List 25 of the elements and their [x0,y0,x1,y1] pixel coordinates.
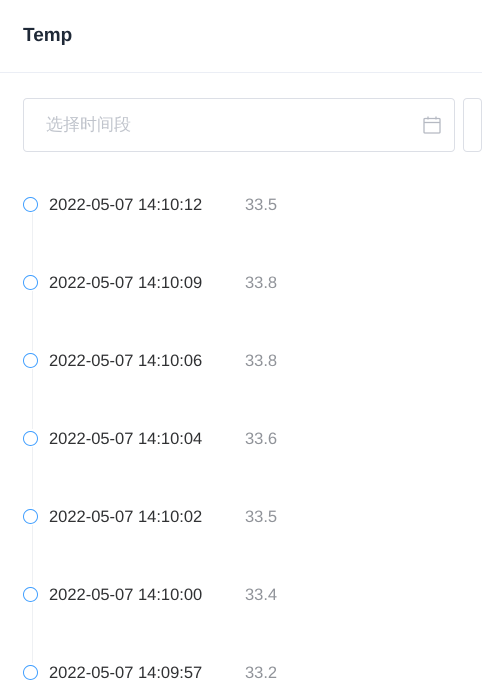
input-field[interactable] [462,98,482,152]
temperature-value: 33.5 [245,507,278,527]
timeline-dot [23,665,38,680]
timestamp: 2022-05-07 14:10:04 [49,429,204,449]
temperature-value: 33.4 [245,585,278,605]
timeline-dot [23,587,38,602]
timeline-dot [23,509,38,524]
temperature-value: 33.8 [245,351,278,371]
page-title: Temp [23,25,72,47]
timestamp: 2022-05-07 14:10:00 [49,585,204,605]
timestamp: 2022-05-07 14:10:09 [49,273,204,293]
temperature-value: 33.8 [245,273,278,293]
timeline-dot [23,353,38,368]
timeline-dot [23,275,38,290]
timeline-dot [23,197,38,212]
timestamp: 2022-05-07 14:10:02 [49,507,204,527]
calendar-icon [422,116,441,134]
temperature-value: 33.2 [245,663,278,683]
timestamp: 2022-05-07 14:09:57 [49,663,204,683]
timestamp: 2022-05-07 14:10:06 [49,351,204,371]
temperature-value: 33.6 [245,429,278,449]
timeline-dot [23,431,38,446]
date-range-field[interactable]: 选择时间段 [23,98,455,152]
temperature-value: 33.5 [245,195,278,215]
timestamp: 2022-05-07 14:10:12 [49,195,204,215]
